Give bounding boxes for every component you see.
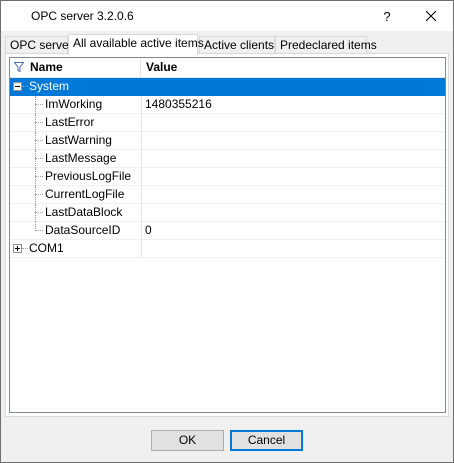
item-name: PreviousLogFile (45, 169, 132, 183)
name-cell: System (10, 78, 141, 96)
name-cell: LastWarning (10, 132, 141, 150)
button-bar: OK Cancel (1, 417, 453, 462)
tree-connector (35, 122, 43, 123)
name-cell: LastDataBlock (10, 204, 141, 222)
item-name: COM1 (29, 241, 64, 255)
tree-connector (35, 96, 36, 114)
value-cell (141, 78, 445, 96)
tree-connector (35, 150, 36, 168)
value-cell (141, 132, 445, 150)
tab-active-clients[interactable]: Active clients (199, 36, 275, 54)
tree-connector (35, 194, 43, 195)
column-header-value[interactable]: Value (141, 58, 445, 78)
tree-connector (35, 212, 43, 213)
table-row[interactable]: ImWorking 1480355216 (10, 96, 445, 114)
column-header-name[interactable]: Name (10, 58, 141, 78)
value-cell (141, 204, 445, 222)
tree-connector (35, 168, 36, 186)
tree-connector (35, 186, 36, 204)
tab-all-available-active-items[interactable]: All available active items (68, 34, 204, 55)
name-cell: ImWorking (10, 96, 141, 114)
collapse-icon[interactable] (13, 82, 22, 91)
tree-node-row[interactable]: COM1 (10, 240, 445, 258)
filter-icon[interactable] (14, 62, 24, 72)
value-cell (141, 114, 445, 132)
help-icon: ? (383, 8, 391, 24)
tree-connector (35, 158, 43, 159)
table-row[interactable]: LastError (10, 114, 445, 132)
dialog-window: OPC server 3.2.0.6 ? OPC server All avai… (0, 0, 454, 463)
title-bar[interactable]: OPC server 3.2.0.6 ? (1, 1, 453, 31)
name-cell: DataSourceID (10, 222, 141, 240)
table-row[interactable]: LastMessage (10, 150, 445, 168)
name-cell: LastMessage (10, 150, 141, 168)
tab-label: All available active items (73, 36, 204, 50)
item-name: CurrentLogFile (45, 187, 125, 201)
tree-connector (35, 204, 36, 222)
item-name: DataSourceID (45, 223, 121, 237)
window-title: OPC server 3.2.0.6 (31, 9, 134, 23)
column-header-label: Name (30, 60, 63, 74)
item-name: LastMessage (45, 151, 117, 165)
tab-label: Active clients (204, 38, 275, 52)
value-cell (141, 240, 445, 258)
tree-connector (35, 140, 43, 141)
value-cell: 1480355216 (141, 96, 445, 114)
close-icon (426, 11, 436, 21)
tree-connector (35, 176, 43, 177)
ok-button[interactable]: OK (151, 430, 224, 451)
tab-label: OPC server (10, 38, 73, 52)
tab-panel: Name Value System ImWorking 1480355216 Last… (5, 53, 449, 417)
tree-connector (35, 114, 36, 132)
item-name: LastError (45, 115, 95, 129)
tab-predeclared-items[interactable]: Predeclared items (275, 36, 377, 54)
value-cell: 0 (141, 222, 445, 240)
table-row[interactable]: LastDataBlock (10, 204, 445, 222)
name-cell: PreviousLogFile (10, 168, 141, 186)
item-name: LastWarning (45, 133, 112, 147)
item-name: System (29, 79, 70, 93)
close-button[interactable] (415, 1, 447, 31)
table-row[interactable]: DataSourceID 0 (10, 222, 445, 240)
value-cell (141, 150, 445, 168)
value-cell (141, 186, 445, 204)
table-row[interactable]: LastWarning (10, 132, 445, 150)
cancel-button[interactable]: Cancel (230, 430, 303, 451)
table-row[interactable]: PreviousLogFile (10, 168, 445, 186)
grid-header: Name Value (10, 58, 445, 78)
name-cell: COM1 (10, 240, 141, 258)
tree-connector (35, 104, 43, 105)
help-button[interactable]: ? (371, 1, 403, 31)
item-name: ImWorking (45, 97, 103, 111)
expand-icon[interactable] (13, 244, 22, 253)
item-name: LastDataBlock (45, 205, 123, 219)
column-header-label: Value (146, 60, 178, 74)
name-cell: LastError (10, 114, 141, 132)
tab-opc-server[interactable]: OPC server (5, 36, 73, 54)
table-row[interactable]: CurrentLogFile (10, 186, 445, 204)
items-grid[interactable]: Name Value System ImWorking 1480355216 Last… (9, 57, 446, 413)
tab-label: Predeclared items (280, 38, 377, 52)
tree-connector (22, 86, 28, 87)
tree-connector (35, 132, 36, 150)
tree-node-row[interactable]: System (10, 78, 445, 96)
name-cell: CurrentLogFile (10, 186, 141, 204)
tree-connector (22, 248, 28, 249)
tree-connector (35, 230, 43, 231)
value-cell (141, 168, 445, 186)
